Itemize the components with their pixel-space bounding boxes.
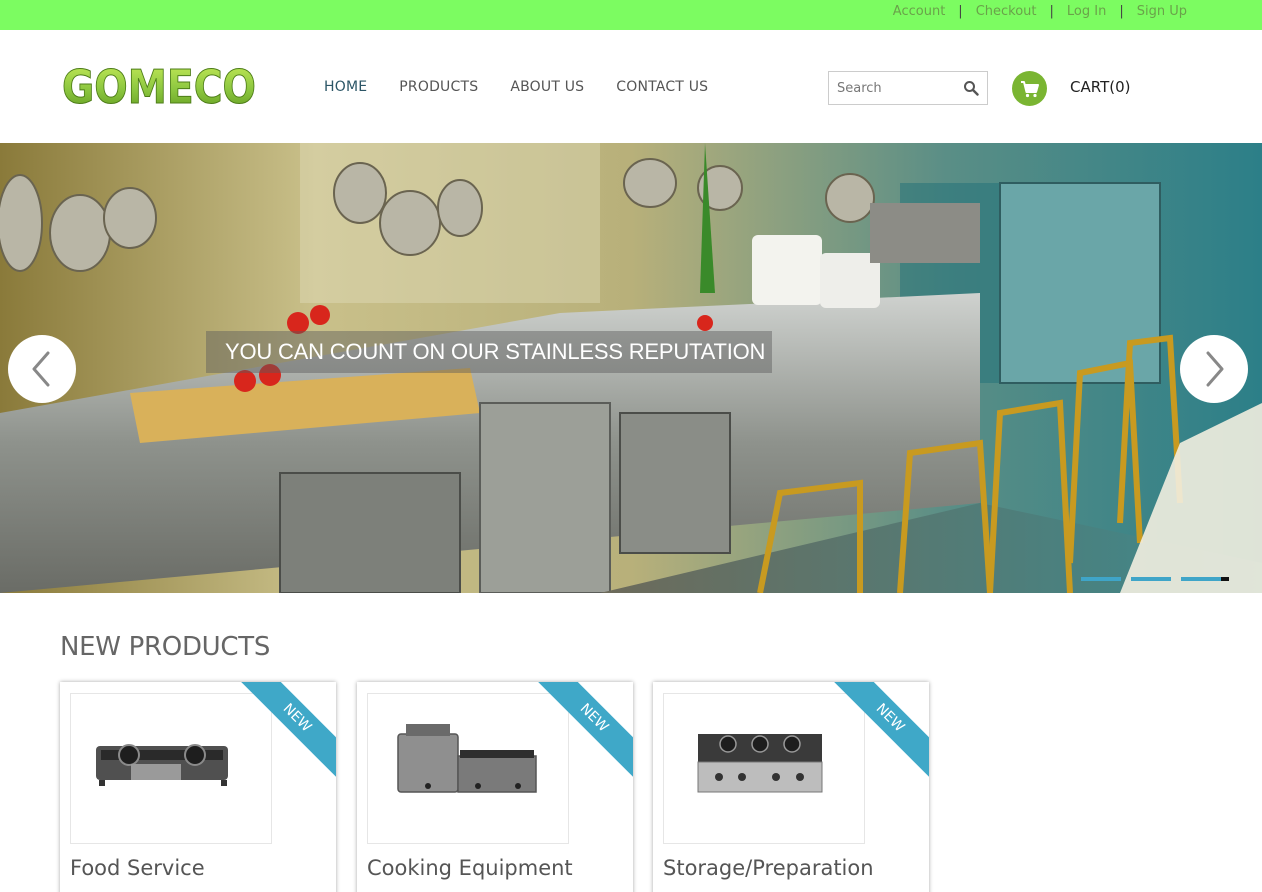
slide-dot[interactable] [1181,577,1221,581]
product-card[interactable]: NEW Storage/Preparation [653,682,929,892]
hero-caption: YOU CAN COUNT ON OUR STAINLESS REPUTATIO… [206,331,772,373]
product-image[interactable] [663,693,865,844]
nav-contact-us[interactable]: CONTACT US [616,79,708,95]
top-bar: Account | Checkout | Log In | Sign Up [0,0,1262,30]
cart-link[interactable]: CART(0) [1070,78,1130,96]
cart-icon[interactable] [1012,71,1047,106]
chevron-right-icon [1206,351,1224,387]
account-link[interactable]: Account [893,4,946,19]
product-name[interactable]: Storage/Preparation [663,856,874,880]
slide-dot-active[interactable] [1221,577,1229,581]
section-title: NEW PRODUCTS [60,632,271,662]
slide-dot[interactable] [1081,577,1121,581]
slider-prev-button[interactable] [8,335,76,403]
slider-next-button[interactable] [1180,335,1248,403]
nav-products[interactable]: PRODUCTS [399,79,478,95]
hero-slider: YOU CAN COUNT ON OUR STAINLESS REPUTATIO… [0,143,1262,593]
product-card[interactable]: NEW Food Service [60,682,336,892]
svg-text:GOMECO: GOMECO [62,60,256,110]
product-image[interactable] [70,693,272,844]
product-name[interactable]: Cooking Equipment [367,856,573,880]
separator: | [1119,4,1124,19]
search-box [828,71,988,105]
product-card[interactable]: NEW Cooking Equipment [357,682,633,892]
product-name[interactable]: Food Service [70,856,205,880]
chevron-left-icon [32,351,50,387]
signup-link[interactable]: Sign Up [1137,4,1187,19]
gomeco-logo[interactable]: GOMECO [62,60,258,115]
product-image[interactable] [367,693,569,844]
search-icon[interactable] [963,80,979,96]
account-links: Account | Checkout | Log In | Sign Up [893,4,1187,19]
nav-home[interactable]: HOME [324,79,367,95]
main-nav: HOME PRODUCTS ABOUT US CONTACT US [324,79,740,95]
slide-dot[interactable] [1131,577,1171,581]
separator: | [1049,4,1054,19]
login-link[interactable]: Log In [1067,4,1106,19]
nav-about-us[interactable]: ABOUT US [510,79,584,95]
slider-pagination [1081,577,1229,581]
separator: | [958,4,963,19]
checkout-link[interactable]: Checkout [976,4,1037,19]
search-input[interactable] [829,72,957,104]
